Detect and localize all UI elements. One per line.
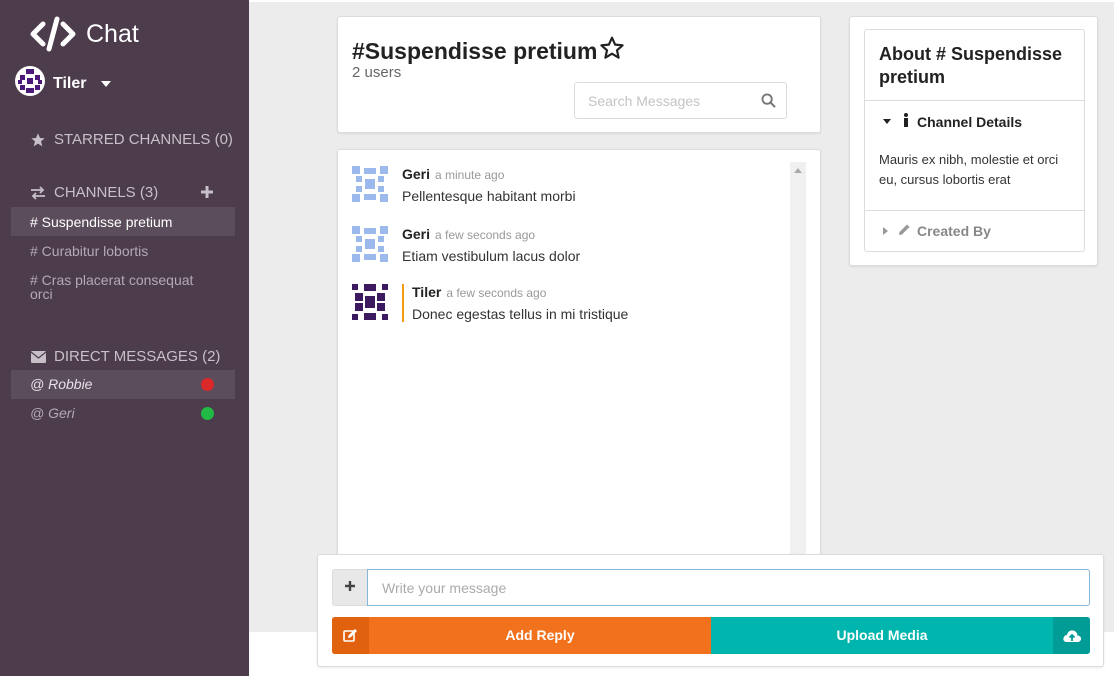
upload-media-button[interactable]: Upload Media (711, 617, 1090, 654)
avatar (352, 284, 388, 320)
search-icon[interactable] (761, 93, 776, 113)
direct-messages-header: DIRECT MESSAGES (2) (30, 348, 220, 365)
starred-channels-label: STARRED CHANNELS (0) (54, 131, 233, 148)
message-time: a minute ago (435, 168, 505, 182)
message-body: Geri a minute ago Pellentesque habitant m… (402, 166, 782, 204)
add-reply-label: Add Reply (505, 627, 575, 643)
app-name: Chat (86, 20, 139, 48)
message-author[interactable]: Geri (402, 226, 430, 242)
channels-header: CHANNELS (3) (30, 184, 158, 201)
cloud-upload-icon (1053, 617, 1090, 654)
message-composer: Add Reply Upload Media (317, 554, 1104, 667)
upload-media-label: Upload Media (836, 627, 928, 643)
channel-description: Mauris ex nibh, molestie et orci eu, cur… (879, 152, 1059, 187)
channel-item-cras-placerat[interactable]: # Cras placerat consequat orci (11, 273, 235, 301)
message-time: a few seconds ago (435, 228, 536, 242)
scroll-up-icon[interactable] (794, 168, 802, 173)
messages-scrollbar[interactable] (790, 162, 806, 572)
status-online-dot (201, 407, 214, 420)
channel-item-suspendisse-pretium[interactable]: # Suspendisse pretium (11, 207, 235, 236)
message-text: Etiam vestibulum lacus dolor (402, 248, 581, 264)
user-avatar (15, 66, 45, 101)
channel-item-curabitur-lobortis[interactable]: # Curabitur lobortis (11, 243, 235, 259)
info-icon (903, 113, 909, 130)
status-offline-dot (201, 378, 214, 391)
created-by-label: Created By (917, 223, 991, 239)
channel-title-text: #Suspendisse pretium (352, 37, 598, 64)
search-input[interactable] (575, 83, 755, 118)
divider (865, 100, 1084, 101)
message-input[interactable] (367, 569, 1090, 606)
message-time: a few seconds ago (446, 286, 547, 300)
user-menu[interactable]: Tiler (15, 66, 111, 101)
channels-label: CHANNELS (3) (54, 184, 159, 201)
avatar (352, 166, 388, 202)
caret-down-icon (883, 119, 891, 124)
code-icon (30, 16, 76, 52)
edit-icon (332, 617, 369, 654)
channel-title: #Suspendisse pretium (352, 35, 625, 67)
about-card: About # Suspendisse pretium Channel Deta… (864, 29, 1085, 252)
brand: Chat (30, 16, 139, 52)
messages-panel: Geri a minute ago Pellentesque habitant m… (337, 149, 821, 572)
envelope-icon (30, 349, 46, 365)
channel-header: #Suspendisse pretium 2 users (337, 16, 821, 133)
message-text: Pellentesque habitant morbi (402, 188, 576, 204)
star-outline-icon[interactable] (597, 35, 625, 67)
message-body: Geri a few seconds ago Etiam vestibulum l… (402, 226, 782, 264)
attach-button[interactable] (332, 569, 367, 606)
starred-channels-header: STARRED CHANNELS (0) (30, 131, 233, 148)
message-text: Donec egestas tellus in mi tristique (412, 306, 629, 322)
dm-item-robbie[interactable]: @ Robbie (11, 370, 235, 399)
dm-label: @ Geri (30, 405, 75, 421)
chevron-down-icon (100, 80, 111, 87)
pencil-icon (898, 223, 911, 239)
direct-messages-label: DIRECT MESSAGES (2) (54, 348, 221, 365)
avatar (352, 226, 388, 262)
add-reply-button[interactable]: Add Reply (332, 617, 711, 654)
star-icon (30, 132, 46, 148)
dm-item-geri[interactable]: @ Geri (11, 399, 235, 428)
add-channel-icon[interactable] (199, 184, 215, 200)
plus-icon (344, 579, 356, 597)
created-by-toggle[interactable]: Created By (883, 223, 991, 239)
divider (865, 210, 1084, 211)
message-body: Tiler a few seconds ago Donec egestas tel… (402, 284, 782, 322)
channel-details-label: Channel Details (917, 113, 1023, 130)
message-author[interactable]: Tiler (412, 284, 441, 300)
channel-user-count: 2 users (352, 64, 402, 81)
search-box (574, 82, 787, 119)
caret-right-icon (883, 227, 888, 235)
message-author[interactable]: Geri (402, 166, 430, 182)
channel-details-toggle[interactable]: Channel Details (883, 113, 1022, 130)
user-name: Tiler (53, 74, 87, 92)
about-panel: About # Suspendisse pretium Channel Deta… (849, 16, 1098, 266)
about-title: About # Suspendisse pretium (879, 44, 1063, 87)
dm-label: @ Robbie (30, 376, 93, 392)
sidebar: Chat Tiler STARRED CHANNELS (0) CHANNELS… (0, 0, 249, 676)
exchange-icon (30, 185, 46, 201)
